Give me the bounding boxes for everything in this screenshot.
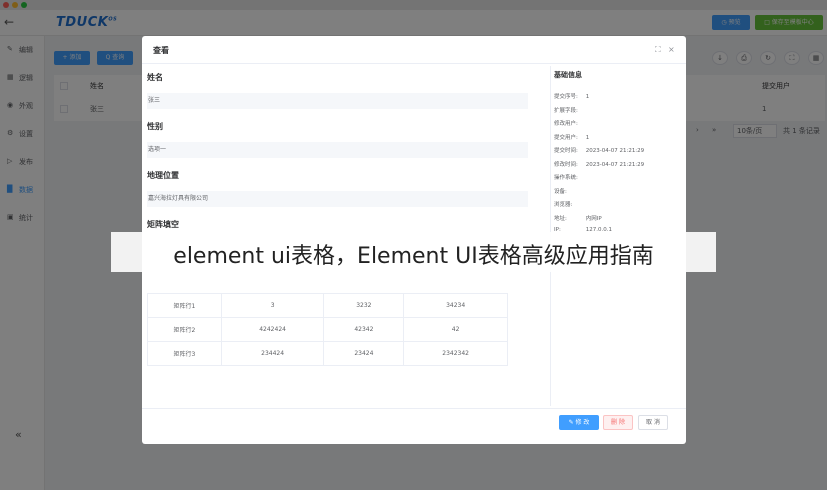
info-row: 扩展字段: <box>554 106 682 114</box>
info-row: 提交序号: 1 <box>554 92 682 100</box>
info-value: 1 <box>585 94 590 100</box>
info-key: 地址: <box>554 215 567 222</box>
info-row: 修改时间: 2023-04-07 21:21:29 <box>554 160 682 168</box>
info-key: 扩展字段: <box>554 107 578 114</box>
matrix-cell: 42342 <box>323 317 405 342</box>
field-value-location: 嘉兴海拉灯具有限公司 <box>147 191 528 207</box>
info-row: 提交时间: 2023-04-07 21:21:29 <box>554 146 682 154</box>
matrix-cell: 4242424 <box>220 317 325 342</box>
info-row: 设备: <box>554 187 682 195</box>
basic-info-title: 基础信息 <box>554 71 582 79</box>
info-row: 修改用户: <box>554 119 682 127</box>
caption-banner: element ui表格，Element UI表格高级应用指南 <box>111 232 716 272</box>
matrix-cell: 23424 <box>323 341 405 366</box>
dialog-divider <box>142 63 686 64</box>
field-value-name: 张三 <box>147 93 528 109</box>
field-label-location: 地理位置 <box>147 171 179 180</box>
edit-button[interactable]: ✎ 修 改 <box>559 415 599 430</box>
footer-divider <box>142 408 686 409</box>
close-icon[interactable]: × <box>668 45 675 54</box>
table-row: 矩阵行1 3 3232 34234 <box>147 293 508 318</box>
field-value-gender: 选项一 <box>147 142 528 158</box>
matrix-cell: 2342342 <box>403 341 508 366</box>
table-row: 矩阵行3 234424 23424 2342342 <box>147 341 508 366</box>
info-key: 提交时间: <box>554 148 578 154</box>
table-row: 矩阵行2 4242424 42342 42 <box>147 317 508 342</box>
matrix-cell: 42 <box>403 317 508 342</box>
info-key: 提交用户: <box>554 134 578 141</box>
dialog-title: 查看 <box>153 46 169 55</box>
matrix-cell: 3 <box>220 293 325 318</box>
matrix-table: 矩阵行1 3 3232 34234 矩阵行2 4242424 42342 42 … <box>147 293 508 366</box>
info-value: 2023-04-07 21:21:29 <box>585 161 645 168</box>
edit-icon: ✎ <box>568 419 574 426</box>
field-label-matrix: 矩阵填空 <box>147 220 179 229</box>
matrix-cell: 3232 <box>323 293 405 318</box>
info-row: 地址: 内网IP <box>554 214 682 222</box>
info-value: 2023-04-07 21:21:29 <box>585 148 645 154</box>
fullscreen-icon[interactable]: ⛶ <box>655 45 661 55</box>
info-key: 修改时间: <box>554 161 578 168</box>
info-key: 提交序号: <box>554 94 578 100</box>
info-key: 修改用户: <box>554 121 578 127</box>
info-row: 浏览器: <box>554 200 682 208</box>
matrix-cell: 234424 <box>220 341 325 366</box>
info-key: 浏览器: <box>554 202 573 208</box>
info-key: 设备: <box>554 188 567 195</box>
matrix-row-label: 矩阵行3 <box>147 341 222 366</box>
delete-button[interactable]: 删 除 <box>603 415 633 430</box>
info-row: 提交用户: 1 <box>554 133 682 141</box>
matrix-row-label: 矩阵行1 <box>147 293 222 318</box>
field-label-gender: 性别 <box>147 122 163 131</box>
field-label-name: 姓名 <box>147 73 163 82</box>
caption-text: element ui表格，Element UI表格高级应用指南 <box>173 244 654 269</box>
info-row: 操作系统: <box>554 173 682 181</box>
cancel-button[interactable]: 取 消 <box>638 415 668 430</box>
matrix-row-label: 矩阵行2 <box>147 317 222 342</box>
matrix-cell: 34234 <box>403 293 508 318</box>
info-value: 内网IP <box>585 215 602 222</box>
info-key: 操作系统: <box>554 175 578 181</box>
info-value: 1 <box>585 134 590 141</box>
